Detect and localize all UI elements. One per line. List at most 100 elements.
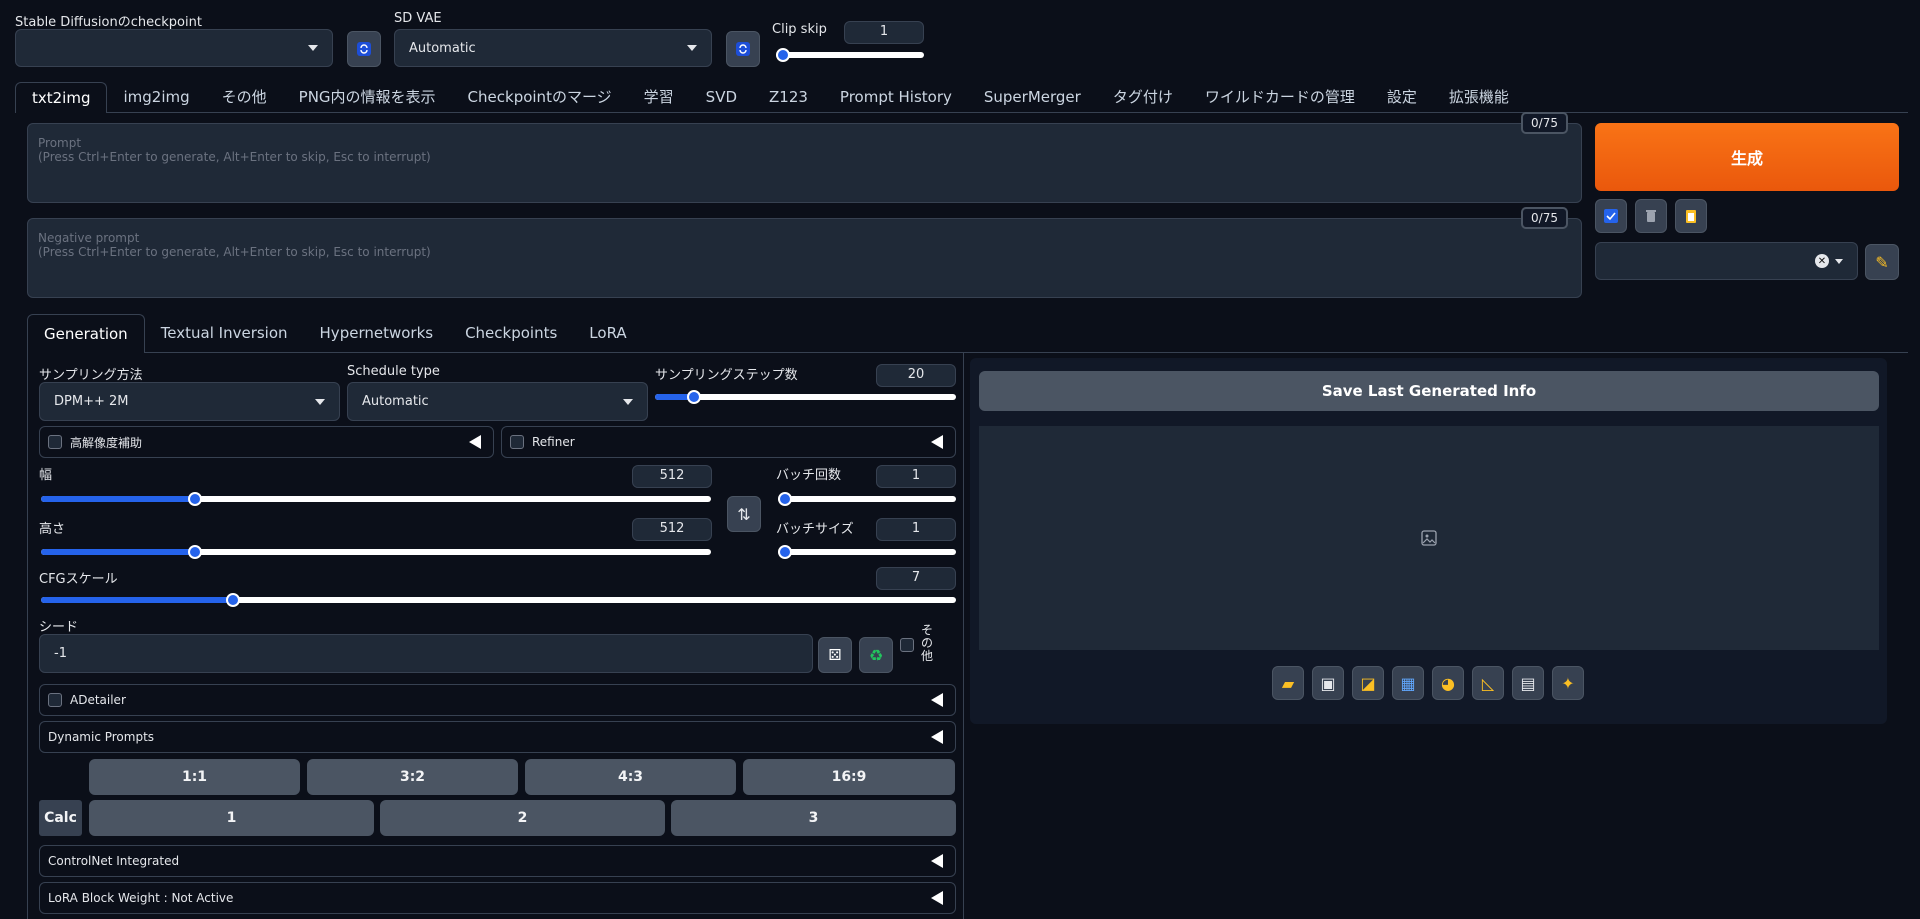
slider-fill	[41, 496, 196, 502]
height-label: 高さ	[39, 522, 66, 537]
sub-tab-2[interactable]: Hypernetworks	[304, 314, 450, 353]
cfg-scale-input[interactable]: 7	[876, 567, 956, 590]
prompt-input[interactable]: Prompt (Press Ctrl+Enter to generate, Al…	[27, 123, 1582, 203]
vae-dropdown[interactable]: Automatic	[394, 29, 712, 67]
main-tab-8[interactable]: Prompt History	[824, 82, 968, 113]
recycle-icon: ♻	[868, 645, 884, 665]
ratio-button-16-9[interactable]: 16:9	[743, 759, 955, 795]
sampling-steps-slider[interactable]	[655, 390, 956, 404]
hires-fix-checkbox[interactable]	[48, 435, 62, 449]
upscale-button[interactable]: ✦	[1552, 666, 1584, 700]
slider-thumb[interactable]	[188, 492, 203, 506]
main-tab-4[interactable]: Checkpointのマージ	[452, 82, 628, 113]
collapse-arrow-icon	[931, 435, 943, 449]
main-tab-7[interactable]: Z123	[753, 82, 824, 113]
calc-button-2[interactable]: 2	[380, 800, 665, 836]
main-tab-5[interactable]: 学習	[628, 82, 690, 113]
dynamic-prompts-accordion[interactable]: Dynamic Prompts	[39, 721, 956, 753]
extra-seed-checkbox[interactable]	[900, 638, 914, 652]
seed-input[interactable]: -1	[39, 634, 813, 673]
show-extra-networks-button[interactable]	[1595, 199, 1627, 233]
slider-thumb[interactable]	[776, 48, 790, 62]
calc-button[interactable]: Calc	[39, 800, 82, 836]
main-tab-1[interactable]: img2img	[107, 82, 205, 113]
batch-size-slider[interactable]	[778, 545, 956, 559]
seed-label: シード	[39, 620, 79, 635]
clear-icon[interactable]: ✕	[1815, 254, 1829, 268]
chevron-down-icon	[308, 45, 318, 51]
ratio-button-4-3[interactable]: 4:3	[525, 759, 736, 795]
zip-button[interactable]: ◪	[1352, 666, 1384, 700]
palette-icon: ◕	[1441, 673, 1455, 693]
ratio-button-1-1[interactable]: 1:1	[89, 759, 300, 795]
negative-prompt-input[interactable]: Negative prompt (Press Ctrl+Enter to gen…	[27, 218, 1582, 298]
main-tab-0[interactable]: txt2img	[15, 82, 108, 113]
height-slider[interactable]	[41, 545, 711, 559]
open-folder-button[interactable]: ▰	[1272, 666, 1304, 700]
edit-styles-button[interactable]: ✎	[1865, 244, 1899, 280]
adetailer-accordion[interactable]: ADetailer	[39, 684, 956, 716]
width-input[interactable]: 512	[632, 465, 712, 488]
save-button[interactable]: ▣	[1312, 666, 1344, 700]
slider-track	[778, 496, 956, 502]
refiner-checkbox[interactable]	[510, 435, 524, 449]
height-input[interactable]: 512	[632, 518, 712, 541]
generate-button[interactable]: 生成	[1595, 123, 1899, 191]
swap-dimensions-button[interactable]: ⇅	[727, 496, 761, 532]
main-tab-2[interactable]: その他	[206, 82, 283, 113]
controlnet-accordion[interactable]: ControlNet Integrated	[39, 845, 956, 877]
sampling-steps-input[interactable]: 20	[876, 364, 956, 387]
main-tab-10[interactable]: タグ付け	[1097, 82, 1189, 113]
clip-skip-input[interactable]: 1	[844, 21, 924, 44]
schedule-type-dropdown[interactable]: Automatic	[347, 382, 648, 421]
refresh-checkpoint-button[interactable]	[347, 31, 381, 67]
chevron-down-icon	[1835, 258, 1843, 264]
hires-fix-accordion[interactable]: 高解像度補助	[39, 426, 494, 458]
main-tab-6[interactable]: SVD	[690, 82, 753, 113]
clear-prompt-button[interactable]	[1635, 199, 1667, 233]
sampling-method-dropdown[interactable]: DPM++ 2M	[39, 382, 340, 421]
cfg-scale-slider[interactable]	[41, 593, 956, 607]
paste-prompt-button[interactable]	[1675, 199, 1707, 233]
floppy-disk-icon: ▣	[1320, 673, 1336, 693]
refresh-vae-button[interactable]	[726, 31, 760, 67]
adetailer-checkbox[interactable]	[48, 693, 62, 707]
calc-button-3[interactable]: 3	[671, 800, 956, 836]
send-to-extras-button[interactable]: ◺	[1472, 666, 1504, 700]
random-seed-button[interactable]: ⚄	[818, 637, 852, 673]
slider-thumb[interactable]	[778, 492, 792, 506]
checkpoint-dropdown[interactable]	[15, 29, 333, 67]
lora-block-weight-accordion[interactable]: LoRA Block Weight : Not Active	[39, 882, 956, 914]
chevron-down-icon	[623, 398, 633, 405]
batch-size-input[interactable]: 1	[876, 518, 956, 541]
send-to-video-button[interactable]: ▤	[1512, 666, 1544, 700]
hires-fix-label: 高解像度補助	[70, 435, 143, 450]
send-to-inpaint-button[interactable]: ◕	[1432, 666, 1464, 700]
calc-button-1[interactable]: 1	[89, 800, 374, 836]
save-last-generated-info-button[interactable]: Save Last Generated Info	[979, 371, 1879, 411]
main-tab-12[interactable]: 設定	[1371, 82, 1433, 113]
sub-tab-4[interactable]: LoRA	[573, 314, 642, 353]
seed-value: -1	[54, 646, 67, 661]
refiner-accordion[interactable]: Refiner	[501, 426, 956, 458]
batch-count-input[interactable]: 1	[876, 465, 956, 488]
main-tab-9[interactable]: SuperMerger	[968, 82, 1097, 113]
width-slider[interactable]	[41, 492, 711, 506]
send-to-img2img-button[interactable]: ▦	[1392, 666, 1424, 700]
main-tab-3[interactable]: PNG内の情報を表示	[283, 82, 452, 113]
sub-tab-3[interactable]: Checkpoints	[449, 314, 573, 353]
sub-tab-1[interactable]: Textual Inversion	[145, 314, 304, 353]
main-tab-13[interactable]: 拡張機能	[1433, 82, 1525, 113]
main-tab-11[interactable]: ワイルドカードの管理	[1189, 82, 1371, 113]
batch-count-slider[interactable]	[778, 492, 956, 506]
sub-tabs: Generation Textual Inversion Hypernetworks…	[27, 314, 643, 353]
sub-tab-0[interactable]: Generation	[27, 314, 145, 353]
styles-dropdown[interactable]: ✕	[1595, 242, 1858, 280]
slider-thumb[interactable]	[778, 545, 792, 559]
batch-count-label: バッチ回数	[776, 468, 842, 483]
clip-skip-slider[interactable]	[776, 48, 924, 62]
ratio-button-3-2[interactable]: 3:2	[307, 759, 518, 795]
collapse-arrow-icon	[931, 854, 943, 868]
reuse-seed-button[interactable]: ♻	[859, 637, 893, 673]
slider-thumb[interactable]	[188, 545, 203, 559]
